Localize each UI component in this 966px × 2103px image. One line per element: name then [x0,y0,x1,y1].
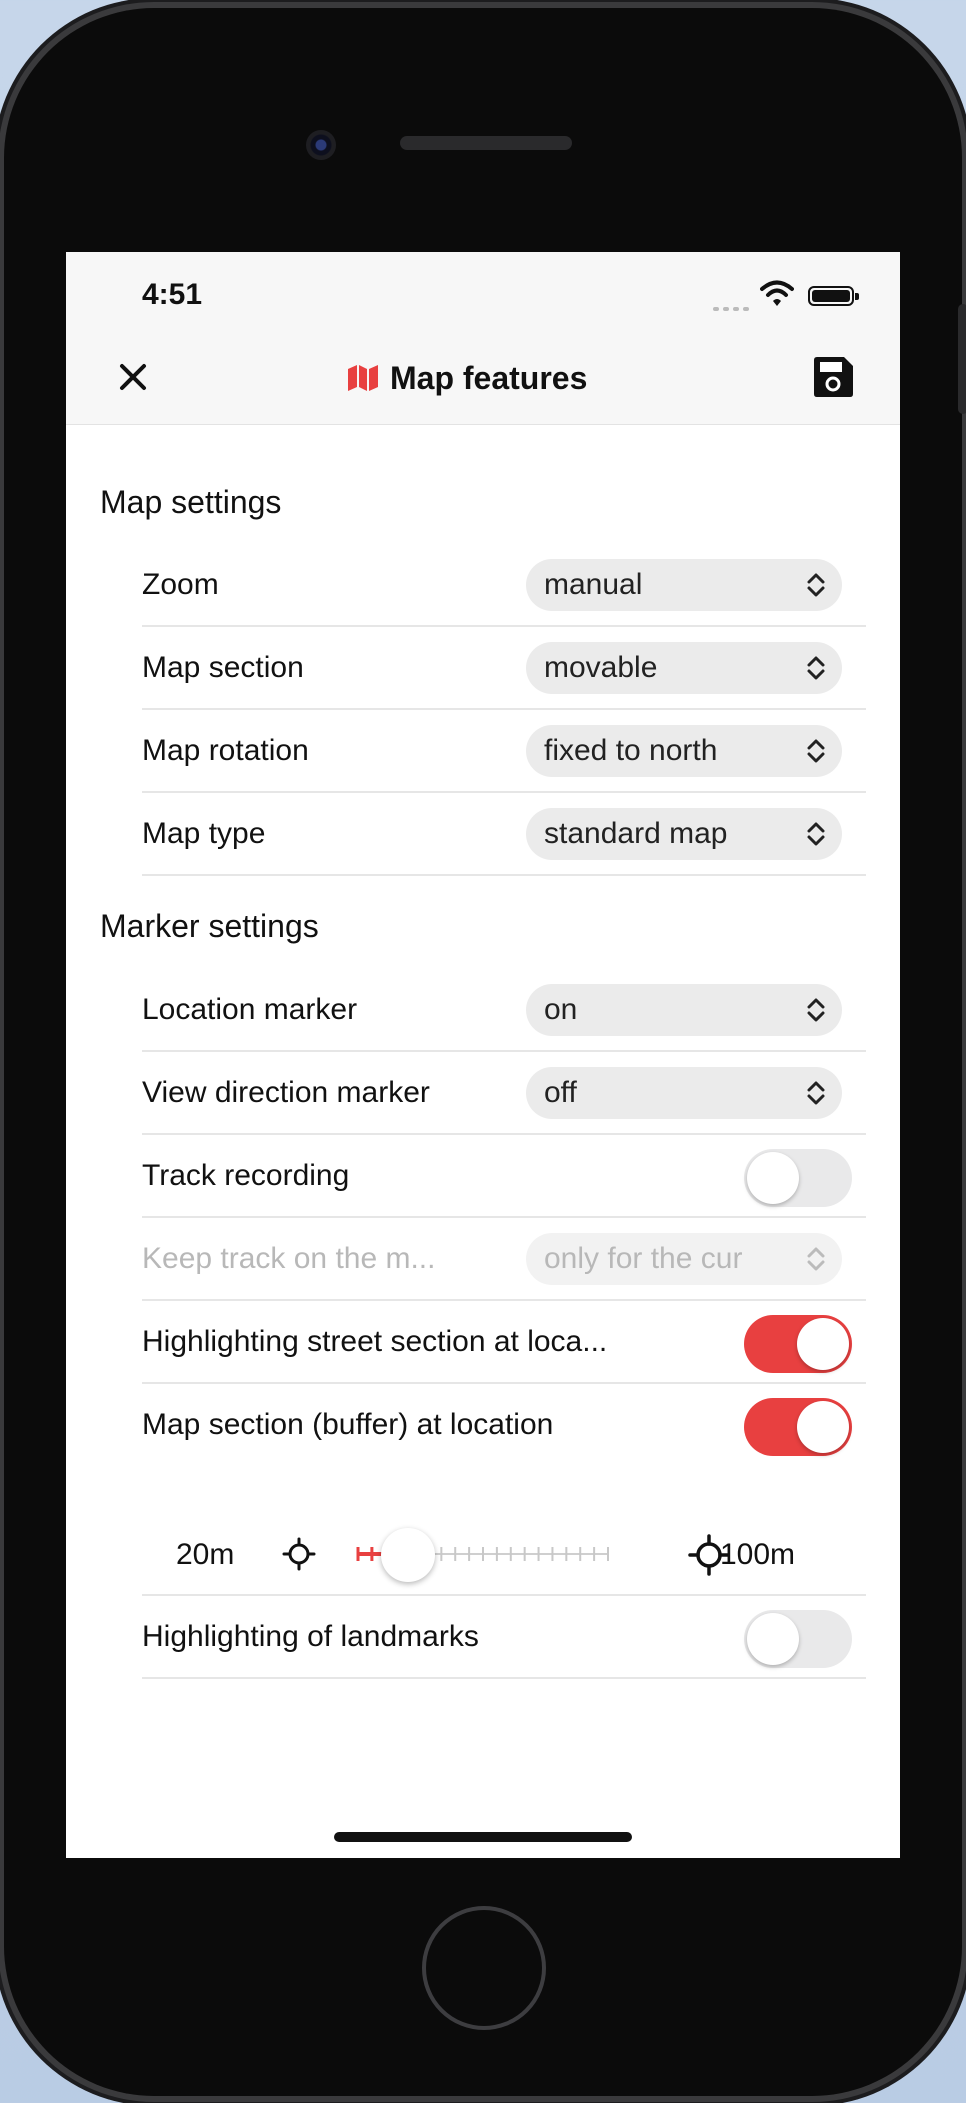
section-title-marker-settings: Marker settings [100,908,319,944]
select-value: standard map [544,817,728,850]
select-value: only for the cur [544,1242,743,1275]
toggle-knob [747,1613,799,1665]
zoom-select[interactable]: manual [526,559,842,611]
highlight-landmarks-toggle[interactable] [744,1610,852,1668]
select-value: off [544,1076,577,1109]
row-keep-track: Keep track on the m... only for the cur [142,1218,866,1301]
slider-min-label: 20m [176,1538,235,1571]
row-label: Track recording [142,1159,350,1192]
page-title-text: Map features [390,359,588,396]
row-label: Map section (buffer) at location [142,1408,554,1441]
select-value: manual [544,568,643,601]
row-highlight-landmarks: Highlighting of landmarks [142,1596,866,1679]
row-label: Keep track on the m... [142,1242,436,1275]
status-bar: 4:51 [66,252,900,332]
row-label: Location marker [142,993,358,1026]
row-label: Map rotation [142,734,309,767]
power-button [958,304,966,414]
buffer-slider-thumb[interactable] [381,1528,435,1582]
front-camera [306,130,336,160]
toggle-knob [797,1318,849,1370]
navigation-bar: Map features [66,332,900,425]
row-label: View direction marker [142,1076,430,1109]
row-map-rotation: Map rotation fixed to north [142,710,866,793]
view-direction-marker-select[interactable]: off [526,1067,842,1119]
row-map-type: Map type standard map [142,793,866,876]
select-value: on [544,993,578,1026]
track-recording-toggle[interactable] [744,1149,852,1207]
app-screen: 4:51 Map features Map settings Zoom manu… [66,252,900,1858]
chevron-up-down-icon [807,822,825,846]
chevron-up-down-icon [807,656,825,680]
row-view-direction-marker: View direction marker off [142,1052,866,1135]
row-label: Highlighting street section at loca... [142,1325,608,1358]
row-location-marker: Location marker on [142,969,866,1052]
map-section-buffer-toggle[interactable] [744,1398,852,1456]
map-icon [348,365,378,391]
row-track-recording: Track recording [142,1135,866,1218]
wifi-icon [760,280,794,306]
row-highlight-street: Highlighting street section at loca... [142,1301,866,1384]
row-label: Map section [142,651,304,684]
buffer-slider-row: 20m 100m [142,1484,866,1596]
toggle-knob [747,1152,799,1204]
chevron-up-down-icon [807,998,825,1022]
crosshair-small-icon [282,1537,316,1571]
battery-icon [808,286,859,306]
chevron-up-down-icon [807,573,825,597]
select-value: movable [544,651,658,684]
page-title: Map features [346,356,587,400]
row-label: Map type [142,817,266,850]
home-button[interactable] [422,1906,546,2030]
slider-max-label: 100m [720,1538,796,1571]
section-title-map-settings: Map settings [100,484,282,520]
map-rotation-select[interactable]: fixed to north [526,725,842,777]
chevron-up-down-icon [807,1081,825,1105]
close-icon[interactable] [110,354,156,400]
row-map-section: Map section movable [142,627,866,710]
map-section-select[interactable]: movable [526,642,842,694]
cellular-signal-icon [713,298,753,311]
map-type-select[interactable]: standard map [526,808,842,860]
location-marker-select[interactable]: on [526,984,842,1036]
row-label: Zoom [142,568,219,601]
keep-track-select: only for the cur [526,1233,842,1285]
toggle-knob [797,1401,849,1453]
row-zoom: Zoom manual [142,544,866,627]
chevron-up-down-icon [807,1247,825,1271]
row-label: Highlighting of landmarks [142,1620,479,1653]
row-map-section-buffer: Map section (buffer) at location [142,1384,866,1467]
status-time: 4:51 [142,278,203,311]
home-indicator [334,1832,632,1842]
save-icon[interactable] [810,354,856,400]
highlight-street-toggle[interactable] [744,1315,852,1373]
earpiece-speaker [400,136,572,150]
select-value: fixed to north [544,734,718,767]
chevron-up-down-icon [807,739,825,763]
